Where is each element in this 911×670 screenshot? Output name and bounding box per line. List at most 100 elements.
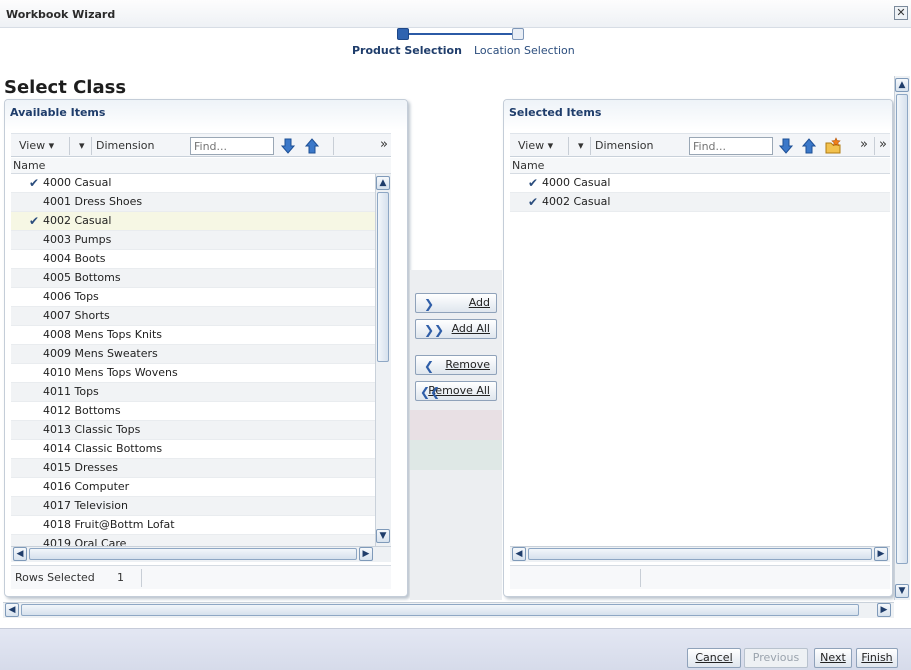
table-row[interactable]: 4006 Tops (11, 288, 375, 307)
folder-star-icon[interactable] (825, 137, 841, 155)
table-row[interactable]: 4019 Oral Care (11, 535, 375, 546)
arrow-down-icon[interactable] (778, 137, 794, 155)
remove-button-label: Remove (445, 358, 490, 371)
add-button[interactable]: ❯ Add (415, 293, 497, 313)
arrow-down-icon[interactable] (280, 137, 296, 155)
row-label: 4000 Casual (542, 176, 611, 189)
scroll-right-icon[interactable]: ▶ (359, 547, 373, 561)
table-row[interactable]: ✔ 4000 Casual (510, 174, 890, 193)
train-step-location-selection[interactable]: Location Selection (474, 44, 575, 57)
table-row[interactable]: 4016 Computer (11, 478, 375, 497)
remove-all-button[interactable]: ❮❮ Remove All (415, 381, 497, 401)
next-button[interactable]: Next (814, 648, 852, 668)
row-label: 4007 Shorts (43, 309, 110, 322)
previous-button[interactable]: Previous (744, 648, 808, 668)
table-row[interactable]: 4018 Fruit@Bottm Lofat (11, 516, 375, 535)
available-vertical-scrollbar[interactable]: ▲ ▼ (375, 174, 391, 546)
scroll-right-icon[interactable]: ▶ (877, 603, 891, 617)
add-all-button[interactable]: ❯❯ Add All (415, 319, 497, 339)
scroll-thumb[interactable] (377, 192, 389, 362)
row-label: 4004 Boots (43, 252, 106, 265)
scroll-thumb[interactable] (528, 548, 872, 560)
table-row[interactable]: ✔ 4002 Casual (510, 193, 890, 212)
scroll-down-icon[interactable]: ▼ (376, 529, 390, 543)
page-horizontal-scrollbar[interactable]: ◀ ▶ (3, 602, 894, 618)
train-stop-product[interactable] (397, 28, 409, 40)
dimension-label[interactable]: Dimension (96, 139, 154, 152)
table-row[interactable]: 4004 Boots (11, 250, 375, 269)
status-separator (640, 569, 641, 587)
scroll-up-icon[interactable]: ▲ (895, 78, 909, 92)
view-menu[interactable]: View ▾ (518, 139, 553, 152)
dimension-menu-icon[interactable]: ▾ (578, 139, 584, 152)
find-input[interactable] (689, 137, 773, 155)
selected-horizontal-scrollbar[interactable]: ◀ ▶ (510, 546, 890, 562)
page-title: Select Class (4, 77, 127, 98)
scroll-thumb[interactable] (21, 604, 859, 616)
row-label: 4011 Tops (43, 385, 99, 398)
cancel-button[interactable]: Cancel (687, 648, 741, 668)
arrow-up-icon[interactable] (304, 137, 320, 155)
table-row[interactable]: 4015 Dresses (11, 459, 375, 478)
table-row[interactable]: 4008 Mens Tops Knits (11, 326, 375, 345)
double-chevron-left-icon: ❮❮ (420, 385, 441, 399)
selected-status-bar (510, 565, 890, 589)
available-horizontal-scrollbar[interactable]: ◀ ▶ (11, 546, 391, 562)
page-vertical-scrollbar[interactable]: ▲ ▼ (894, 76, 910, 600)
checkmark-icon: ✔ (528, 176, 539, 190)
table-row[interactable]: 4012 Bottoms (11, 402, 375, 421)
add-all-button-label: Add All (451, 322, 490, 335)
scroll-thumb[interactable] (896, 94, 908, 564)
table-row[interactable]: 4005 Bottoms (11, 269, 375, 288)
more-toolbar-icon-2[interactable]: » (879, 137, 887, 152)
scroll-left-icon[interactable]: ◀ (512, 547, 526, 561)
window-title: Workbook Wizard (6, 8, 116, 21)
selected-toolbar: View ▾ ▾ Dimension » » (510, 133, 890, 157)
scroll-down-icon[interactable]: ▼ (895, 584, 909, 598)
toolbar-separator (590, 137, 591, 155)
add-button-label: Add (468, 296, 490, 309)
scroll-up-icon[interactable]: ▲ (376, 176, 390, 190)
finish-button-label: Finish (861, 651, 893, 664)
table-row[interactable]: 4007 Shorts (11, 307, 375, 326)
arrow-up-icon[interactable] (801, 137, 817, 155)
chevron-down-icon: ▾ (48, 139, 55, 152)
remove-button[interactable]: ❮ Remove (415, 355, 497, 375)
finish-button[interactable]: Finish (856, 648, 898, 668)
table-row[interactable]: 4009 Mens Sweaters (11, 345, 375, 364)
table-row[interactable]: 4014 Classic Bottoms (11, 440, 375, 459)
checkmark-icon: ✔ (29, 214, 40, 228)
scroll-left-icon[interactable]: ◀ (13, 547, 27, 561)
train-connector (408, 33, 518, 35)
rows-selected-count: 1 (117, 571, 124, 584)
chevron-right-icon: ❯ (424, 297, 435, 311)
column-header-name[interactable]: Name (11, 158, 391, 174)
more-toolbar-icon[interactable]: » (380, 137, 388, 152)
find-input[interactable] (190, 137, 274, 155)
train-step-product-selection[interactable]: Product Selection (352, 44, 462, 57)
table-row[interactable]: 4017 Television (11, 497, 375, 516)
available-items-panel: Available Items View ▾ ▾ Dimension » Nam… (4, 99, 408, 597)
scroll-right-icon[interactable]: ▶ (874, 547, 888, 561)
train-stop-location[interactable] (512, 28, 524, 40)
row-label: 4016 Computer (43, 480, 130, 493)
row-label: 4005 Bottoms (43, 271, 121, 284)
table-row[interactable]: 4010 Mens Tops Wovens (11, 364, 375, 383)
dimension-label[interactable]: Dimension (595, 139, 653, 152)
view-menu[interactable]: View ▾ (19, 139, 54, 152)
shuttle-band (410, 440, 502, 470)
column-header-name[interactable]: Name (510, 158, 890, 174)
table-row[interactable]: 4001 Dress Shoes (11, 193, 375, 212)
table-row[interactable]: ✔ 4000 Casual (11, 174, 375, 193)
dimension-menu-icon[interactable]: ▾ (79, 139, 85, 152)
close-icon[interactable]: ✕ (894, 6, 908, 20)
table-row[interactable]: 4003 Pumps (11, 231, 375, 250)
scroll-thumb[interactable] (29, 548, 357, 560)
more-toolbar-icon[interactable]: » (860, 137, 868, 152)
table-row[interactable]: 4011 Tops (11, 383, 375, 402)
table-row[interactable]: ✔ 4002 Casual (11, 212, 375, 231)
scroll-left-icon[interactable]: ◀ (5, 603, 19, 617)
table-row[interactable]: 4013 Classic Tops (11, 421, 375, 440)
checkmark-icon: ✔ (528, 195, 539, 209)
available-items-header: Available Items (5, 100, 407, 130)
